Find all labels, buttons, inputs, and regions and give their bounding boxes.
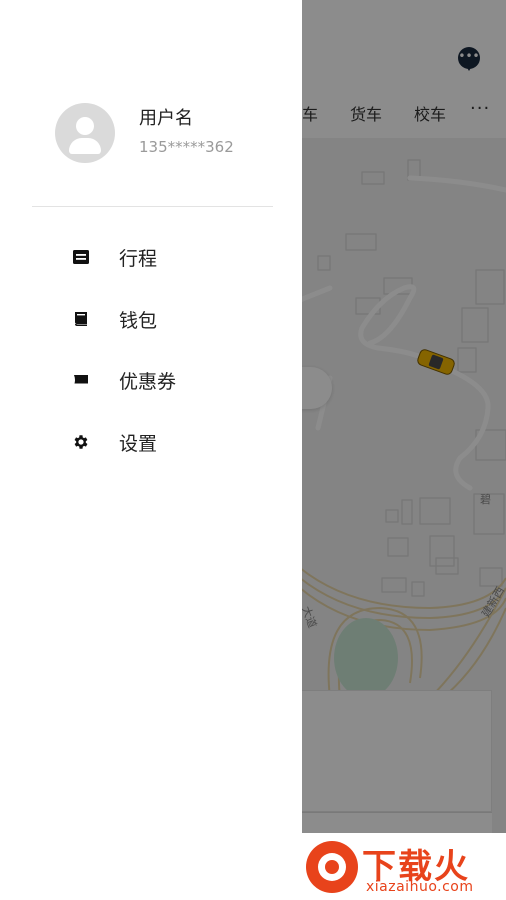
menu-item-settings[interactable]: 设置 (0, 417, 302, 467)
menu-item-wallet[interactable]: 钱包 (0, 294, 302, 344)
watermark: 下载火 xiazaihuo.com (300, 833, 506, 900)
user-phone: 135*****362 (139, 138, 234, 156)
menu-label-settings: 设置 (119, 432, 158, 455)
menu-item-trips[interactable]: 行程 (0, 232, 302, 282)
menu-label-wallet: 钱包 (119, 309, 158, 332)
trip-list-icon (72, 248, 90, 266)
default-avatar-icon[interactable] (55, 103, 115, 163)
coupon-ticket-icon (72, 371, 90, 389)
menu-label-trips: 行程 (119, 247, 158, 270)
menu-label-coupons: 优惠券 (119, 370, 177, 393)
side-drawer: 用户名 135*****362 行程 钱包 优惠券 设置 (0, 0, 302, 900)
wallet-book-icon (72, 310, 90, 328)
divider (32, 206, 273, 207)
menu-item-coupons[interactable]: 优惠券 (0, 355, 302, 405)
gear-icon (72, 433, 90, 451)
watermark-logo-icon (306, 841, 358, 893)
watermark-subtitle: xiazaihuo.com (366, 879, 474, 895)
user-name[interactable]: 用户名 (139, 104, 193, 130)
